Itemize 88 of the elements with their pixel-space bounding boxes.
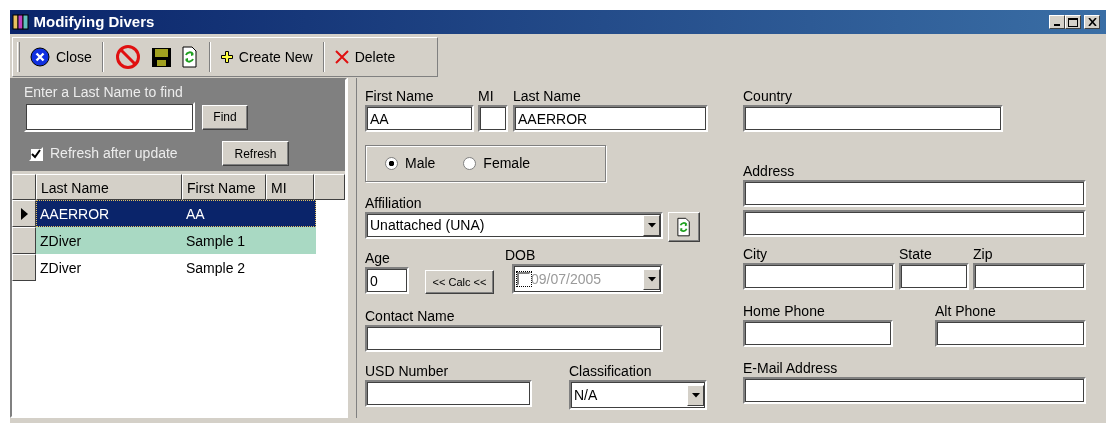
column-header[interactable]: MI	[266, 174, 314, 200]
current-row-pointer-icon	[19, 206, 29, 221]
field-label: Last Name	[513, 87, 582, 105]
window-title: Modifying Divers	[33, 11, 155, 32]
minimize-button[interactable]	[1048, 15, 1065, 29]
app-icon	[12, 14, 30, 30]
checkbox-label: Refresh after update	[50, 144, 178, 163]
row-header[interactable]	[12, 200, 36, 227]
toolbar-button[interactable]: Close	[26, 44, 96, 70]
home-phone-field[interactable]	[743, 320, 893, 347]
table-row[interactable]: ZDiver Sample 2	[36, 254, 316, 281]
usd-number-field[interactable]	[365, 380, 532, 407]
middle-initial-field[interactable]	[478, 105, 508, 132]
plus-icon	[220, 51, 233, 63]
dropdown-arrow-button[interactable]	[643, 268, 660, 290]
address-field[interactable]	[743, 210, 1086, 237]
country-field[interactable]	[743, 105, 1003, 132]
close-icon	[1087, 18, 1097, 26]
splitter[interactable]	[347, 78, 357, 418]
field-label: Affiliation	[365, 194, 423, 212]
field-label: First Name	[365, 87, 435, 105]
dropdown-arrow-button[interactable]	[643, 215, 660, 236]
checkmark-icon	[31, 148, 41, 159]
column-header[interactable]: First Name	[182, 174, 266, 200]
table-cell-text: ZDiver	[39, 259, 83, 278]
table-cell-text: AAERROR	[39, 205, 111, 224]
row-header[interactable]	[12, 254, 36, 281]
alt-phone-field[interactable]	[935, 320, 1086, 347]
field-label: Home Phone	[743, 302, 826, 320]
maximize-icon	[1067, 17, 1078, 27]
classification-dropdown[interactable]: N/A	[569, 380, 707, 410]
field-label: Address	[743, 162, 796, 180]
field-label: MI	[478, 87, 495, 105]
refresh-document-icon[interactable]	[181, 45, 198, 69]
checkbox[interactable]	[29, 146, 43, 161]
first-name-field[interactable]: AA	[365, 105, 474, 132]
refresh-icon-button[interactable]	[668, 212, 700, 242]
state-field[interactable]	[899, 263, 969, 290]
caret-icon	[647, 276, 656, 282]
affiliation-dropdown[interactable]: Unattached (UNA)	[365, 212, 663, 239]
contact-name-field[interactable]	[365, 325, 663, 352]
save-icon[interactable]	[150, 46, 172, 68]
column-header[interactable]	[314, 174, 345, 200]
close-button[interactable]	[1084, 15, 1100, 29]
column-header[interactable]: Last Name	[36, 174, 182, 200]
field-label: City	[743, 245, 769, 263]
toolbar-button[interactable]: Create New	[216, 44, 317, 70]
radio-label: Female	[483, 154, 531, 173]
field-label: State	[899, 245, 933, 263]
delete-icon	[334, 50, 349, 64]
radio-label: Male	[405, 154, 436, 173]
search-label: Enter a Last Name to find	[24, 83, 184, 101]
field-label: Contact Name	[365, 307, 456, 325]
table-cell-text: Sample 2	[185, 259, 247, 278]
field-label: Country	[743, 87, 794, 105]
caret-icon	[647, 223, 656, 228]
dropdown-arrow-button[interactable]	[687, 384, 704, 406]
field-label: USD Number	[365, 362, 450, 380]
email-field[interactable]	[743, 377, 1086, 404]
last-name-field[interactable]: AAERROR	[513, 105, 708, 132]
toolbar-button[interactable]: Delete	[330, 44, 400, 70]
table-cell-text: ZDiver	[39, 232, 83, 251]
age-field[interactable]: 0	[365, 267, 409, 294]
prohibited-icon[interactable]	[114, 44, 141, 70]
caret-icon	[691, 392, 700, 398]
field-label: Zip	[973, 245, 994, 263]
radio-button[interactable]	[463, 157, 477, 170]
zip-field[interactable]	[973, 263, 1086, 290]
city-field[interactable]	[743, 263, 895, 290]
row-header[interactable]	[12, 227, 36, 254]
field-label: Classification	[569, 362, 653, 380]
refresh-document-icon	[677, 216, 691, 238]
table-cell-text: AA	[185, 205, 206, 224]
find-button[interactable]: Find	[202, 104, 248, 130]
radio-button[interactable]	[385, 157, 398, 170]
table-row[interactable]: ZDiver Sample 1	[36, 227, 316, 254]
table-cell-text: Sample 1	[185, 232, 247, 251]
field-label: Age	[365, 249, 391, 267]
field-label: DOB	[505, 246, 537, 264]
refresh-button[interactable]: Refresh	[222, 141, 289, 166]
calc-button[interactable]: << Calc <<	[425, 270, 494, 294]
field-label: Alt Phone	[935, 302, 997, 320]
close-icon	[30, 47, 50, 67]
table-row[interactable]: AAERROR AA	[36, 200, 316, 227]
address-field[interactable]	[743, 180, 1086, 207]
checkbox[interactable]	[517, 272, 531, 286]
search-field[interactable]	[24, 102, 195, 132]
field-label: E-Mail Address	[743, 359, 839, 377]
